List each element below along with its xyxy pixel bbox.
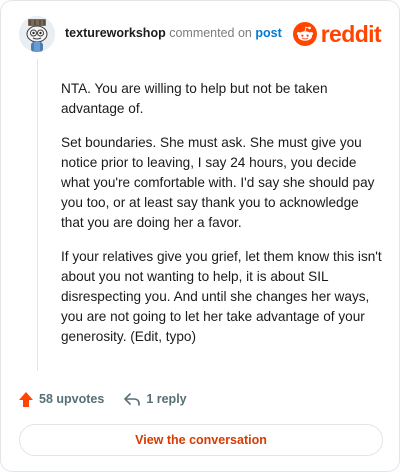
- upvote-count: 58 upvotes: [39, 392, 105, 406]
- reply-arrow-icon: [124, 392, 141, 406]
- reddit-snoo-icon: [292, 22, 317, 46]
- comment-meta: textureworkshop commented on post: [65, 26, 282, 40]
- reddit-logo[interactable]: reddit: [292, 20, 382, 48]
- comment-paragraph: If your relatives give you grief, let th…: [61, 249, 382, 344]
- action-text: commented on: [169, 26, 252, 40]
- user-avatar[interactable]: [19, 16, 55, 52]
- comment-card: textureworkshop commented on post reddit…: [0, 0, 400, 472]
- reply-button[interactable]: 1 reply: [124, 392, 187, 406]
- comment-paragraph: NTA. You are willing to help but not be …: [61, 81, 328, 116]
- upvote-arrow-icon: [19, 391, 33, 407]
- comment-body: NTA. You are willing to help but not be …: [61, 79, 383, 361]
- avatar-icon: [19, 16, 55, 52]
- thread-line: [37, 59, 38, 371]
- post-link[interactable]: post: [255, 26, 281, 40]
- comment-header: textureworkshop commented on post reddit: [19, 16, 382, 52]
- username-link[interactable]: textureworkshop: [65, 26, 166, 40]
- reddit-wordmark: reddit: [320, 20, 382, 47]
- comment-footer: 58 upvotes 1 reply: [19, 389, 187, 409]
- upvote-button[interactable]: 58 upvotes: [19, 391, 105, 407]
- reply-count: 1 reply: [146, 392, 187, 406]
- comment-paragraph: Set boundaries. She must ask. She must g…: [61, 135, 375, 230]
- view-conversation-button[interactable]: View the conversation: [19, 424, 383, 456]
